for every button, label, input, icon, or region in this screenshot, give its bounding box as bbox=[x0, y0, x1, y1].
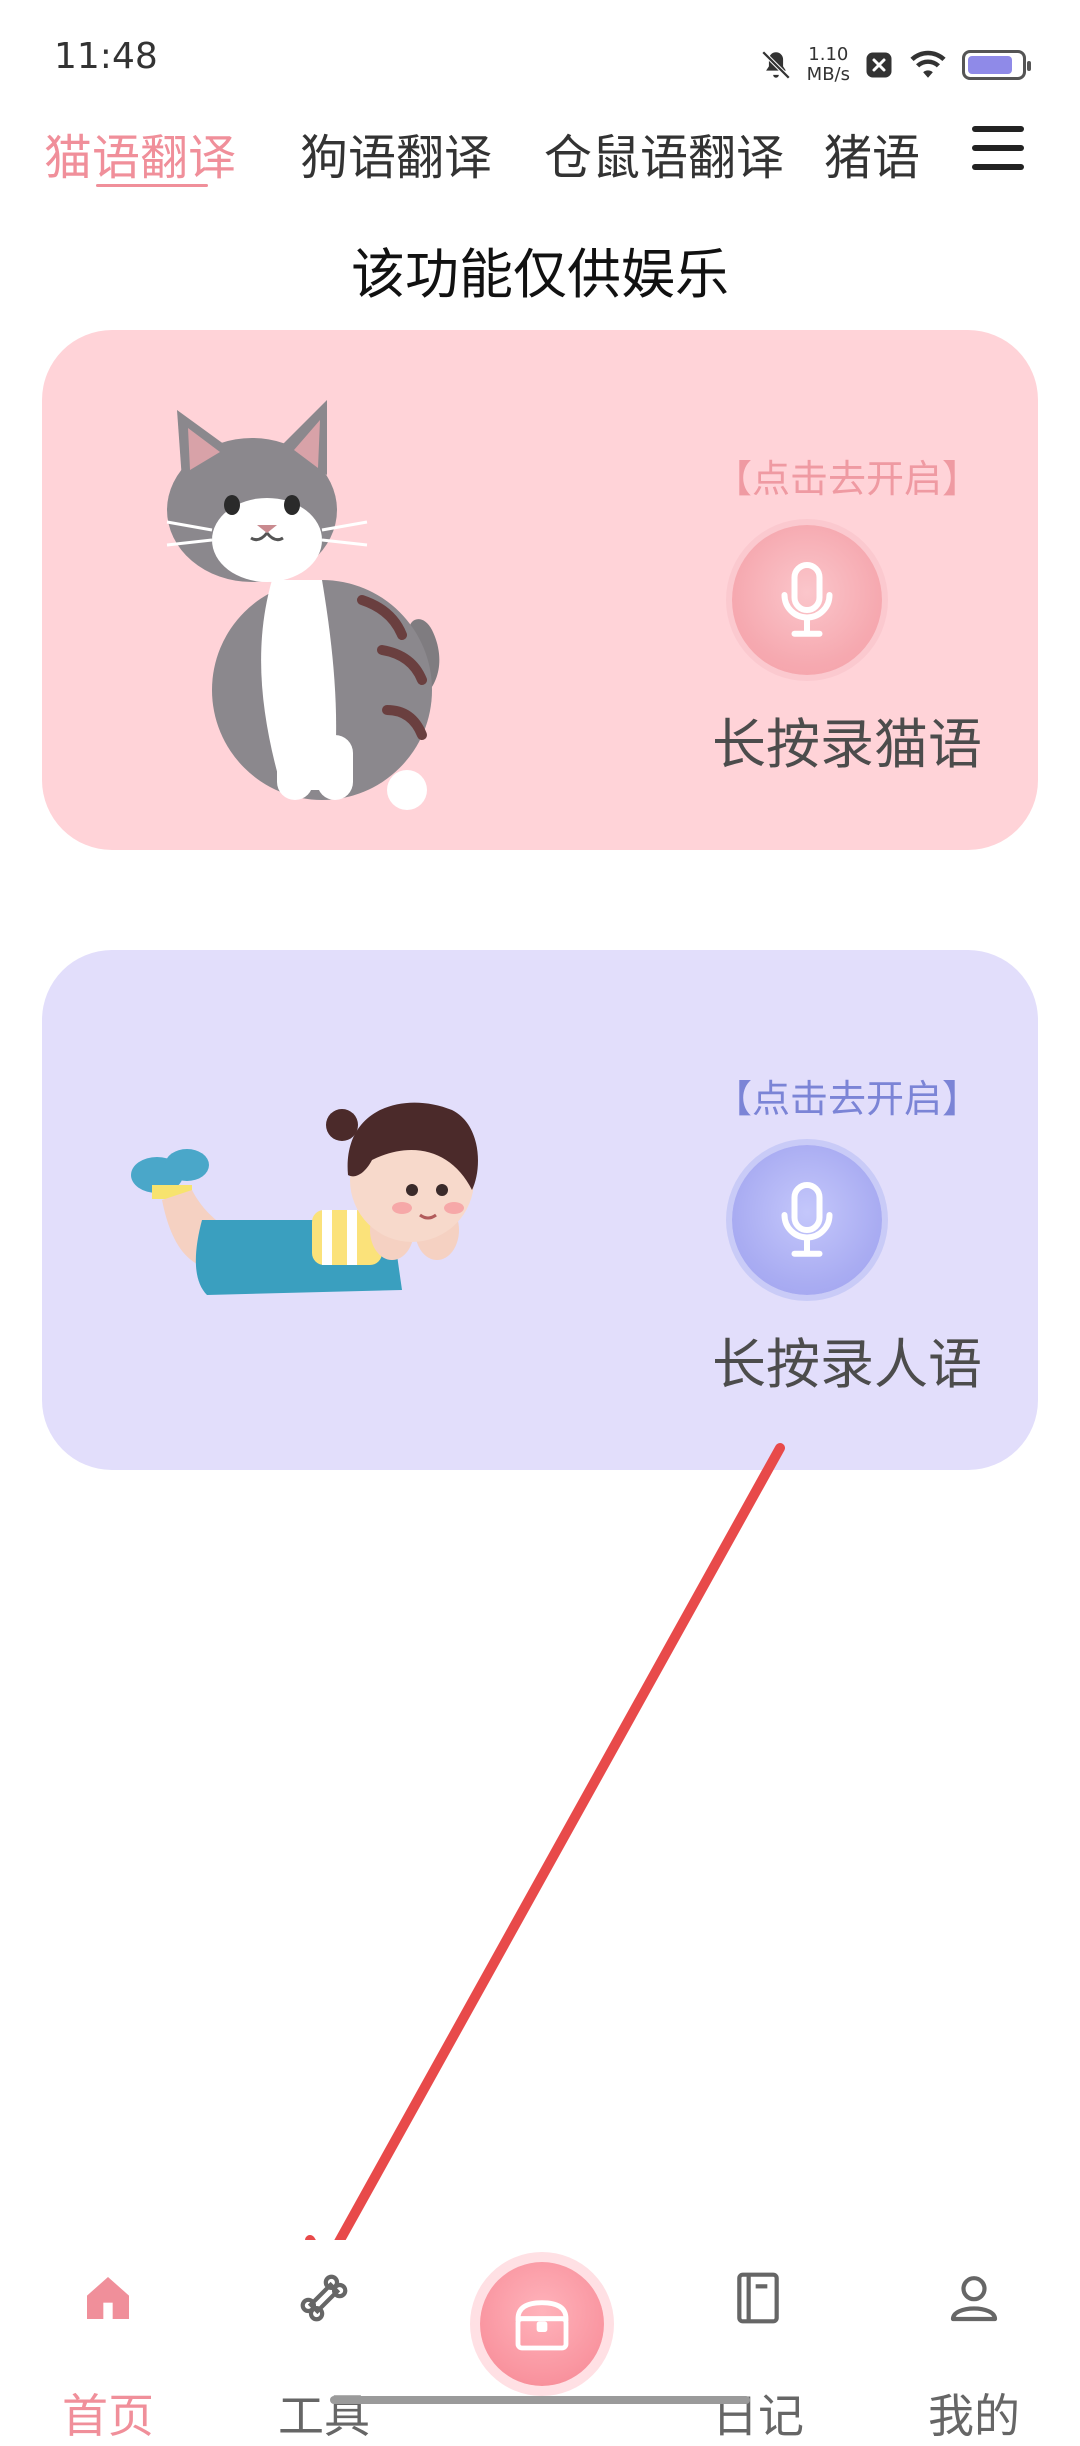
tab-dog-translate[interactable]: 狗语翻译 bbox=[300, 118, 492, 188]
cat-record-card[interactable]: 【点击去开启】 长按录猫语 bbox=[42, 330, 1038, 850]
nav-diary-label: 日记 bbox=[712, 2389, 804, 2443]
wifi-icon bbox=[910, 50, 946, 78]
nav-home-label: 首页 bbox=[62, 2389, 154, 2443]
home-icon bbox=[87, 2277, 129, 2319]
girl-illustration bbox=[131, 1102, 478, 1295]
status-time: 11:48 bbox=[54, 36, 158, 77]
human-record-card[interactable]: 【点击去开启】 长按录人语 bbox=[42, 950, 1038, 1470]
cat-illustration bbox=[166, 400, 440, 810]
treasure-chest-icon bbox=[515, 2300, 569, 2351]
microphone-icon bbox=[781, 562, 833, 637]
human-record-label: 长按录人语 bbox=[712, 1333, 982, 1396]
tab-hamster-translate[interactable]: 仓鼠语翻译 bbox=[544, 118, 784, 188]
nav-mine-label: 我的 bbox=[928, 2389, 1020, 2443]
cat-enable-hint[interactable]: 【点击去开启】 bbox=[672, 448, 1022, 503]
cat-record-label: 长按录猫语 bbox=[712, 713, 982, 776]
human-record-button[interactable] bbox=[732, 1145, 882, 1295]
microphone-icon bbox=[781, 1182, 833, 1257]
battery-icon bbox=[962, 50, 1031, 80]
human-enable-hint[interactable]: 【点击去开启】 bbox=[672, 1068, 1022, 1123]
cat-record-button[interactable] bbox=[732, 525, 882, 675]
status-icons: 1.10 MB/s bbox=[759, 40, 1031, 90]
active-tab-indicator bbox=[96, 184, 208, 187]
tab-cat-translate[interactable]: 猫语翻译 bbox=[44, 118, 236, 188]
status-bar: 11:48 1.10 MB/s bbox=[0, 0, 1080, 110]
entertainment-notice: 该功能仅供娱乐 bbox=[351, 243, 729, 306]
hamburger-menu-icon[interactable] bbox=[968, 118, 1028, 178]
mute-bell-icon bbox=[761, 50, 790, 80]
home-indicator bbox=[330, 2396, 750, 2404]
diary-icon bbox=[737, 2272, 779, 2324]
bone-icon bbox=[300, 2274, 348, 2322]
net-speed-value: 1.10 bbox=[808, 44, 849, 65]
net-speed: 1.10 MB/s bbox=[807, 45, 850, 85]
tab-pig-translate[interactable]: 猪语 bbox=[824, 118, 920, 188]
nav-tools-label: 工具 bbox=[278, 2389, 370, 2443]
notification-x-icon bbox=[866, 52, 892, 78]
center-treasure-button[interactable] bbox=[480, 2262, 604, 2386]
net-speed-unit: MB/s bbox=[806, 64, 850, 85]
person-icon bbox=[950, 2276, 998, 2322]
